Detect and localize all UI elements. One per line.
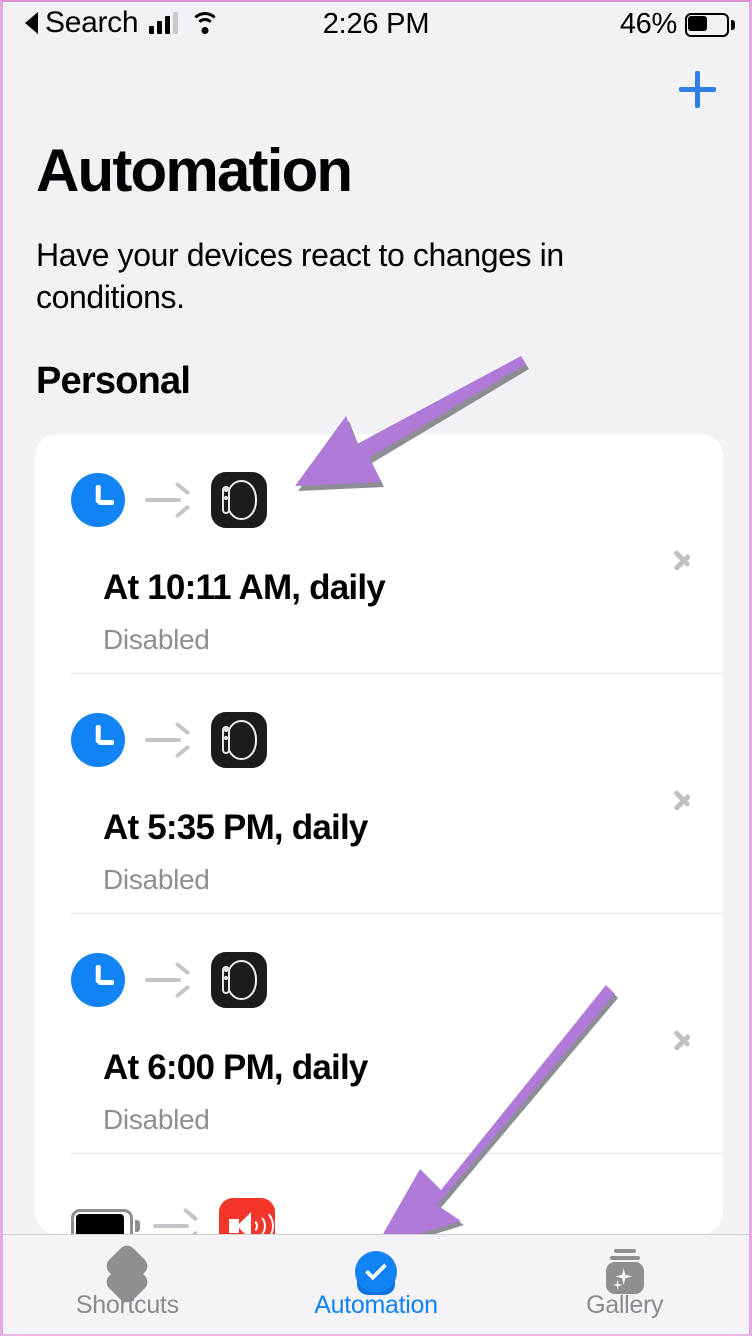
phone-screen: Search 2:26 PM 46% Automation Have your … [0,0,752,1336]
arrow-right-icon [145,481,191,519]
add-automation-button[interactable] [671,64,723,114]
tab-shortcuts[interactable]: Shortcuts [3,1235,252,1334]
page-subtitle: Have your devices react to changes in co… [36,237,564,316]
tab-gallery-label: Gallery [586,1291,664,1319]
automation-list: At 10:11 AM, daily Disabled At 5:35 PM, … [35,434,723,1234]
page-title: Automation [36,137,353,204]
tab-automation[interactable]: Automation [252,1235,501,1334]
row-icon-group [71,1198,275,1234]
automation-icon [348,1249,404,1297]
status-badge: Disabled [103,864,210,895]
gallery-icon [597,1249,653,1297]
status-badge: Disabled [103,624,210,655]
tab-automation-label: Automation [314,1291,438,1319]
status-bar: Search 2:26 PM 46% [3,2,749,48]
row-title: At 10:11 AM, daily [103,568,386,607]
chevron-right-icon[interactable] [673,541,695,575]
speaker-volume-icon [219,1198,275,1234]
status-badge: Disabled [103,1104,210,1135]
chevron-right-icon[interactable] [673,781,695,815]
clock-icon [71,953,125,1007]
arrow-right-icon [145,721,191,759]
row-icon-group [71,712,267,768]
clock-icon [71,473,125,527]
apple-watch-icon [211,472,267,528]
apple-watch-icon [211,712,267,768]
row-icon-group [71,472,267,528]
tab-bar: Shortcuts Automation Gallery [3,1234,749,1334]
tab-shortcuts-label: Shortcuts [75,1291,179,1319]
table-row[interactable]: At 6:00 PM, daily Disabled [35,914,723,1154]
battery-icon [685,12,735,37]
clock-icon [71,713,125,767]
battery-icon [71,1209,140,1234]
section-header-personal: Personal [36,360,191,402]
status-bar-right: 46% [619,8,735,41]
row-title: At 6:00 PM, daily [103,1048,368,1087]
apple-watch-icon [211,952,267,1008]
arrow-right-icon [153,1207,199,1234]
shortcuts-icon [99,1241,155,1307]
row-icon-group [71,952,267,1008]
arrow-right-icon [145,961,191,999]
table-row[interactable]: At 5:35 PM, daily Disabled [35,674,723,914]
chevron-right-icon[interactable] [673,1021,695,1055]
battery-percent-label: 46% [619,8,677,40]
table-row[interactable] [35,1154,723,1234]
row-title: At 5:35 PM, daily [103,808,368,847]
tab-gallery[interactable]: Gallery [500,1235,749,1334]
table-row[interactable]: At 10:11 AM, daily Disabled [35,434,723,674]
